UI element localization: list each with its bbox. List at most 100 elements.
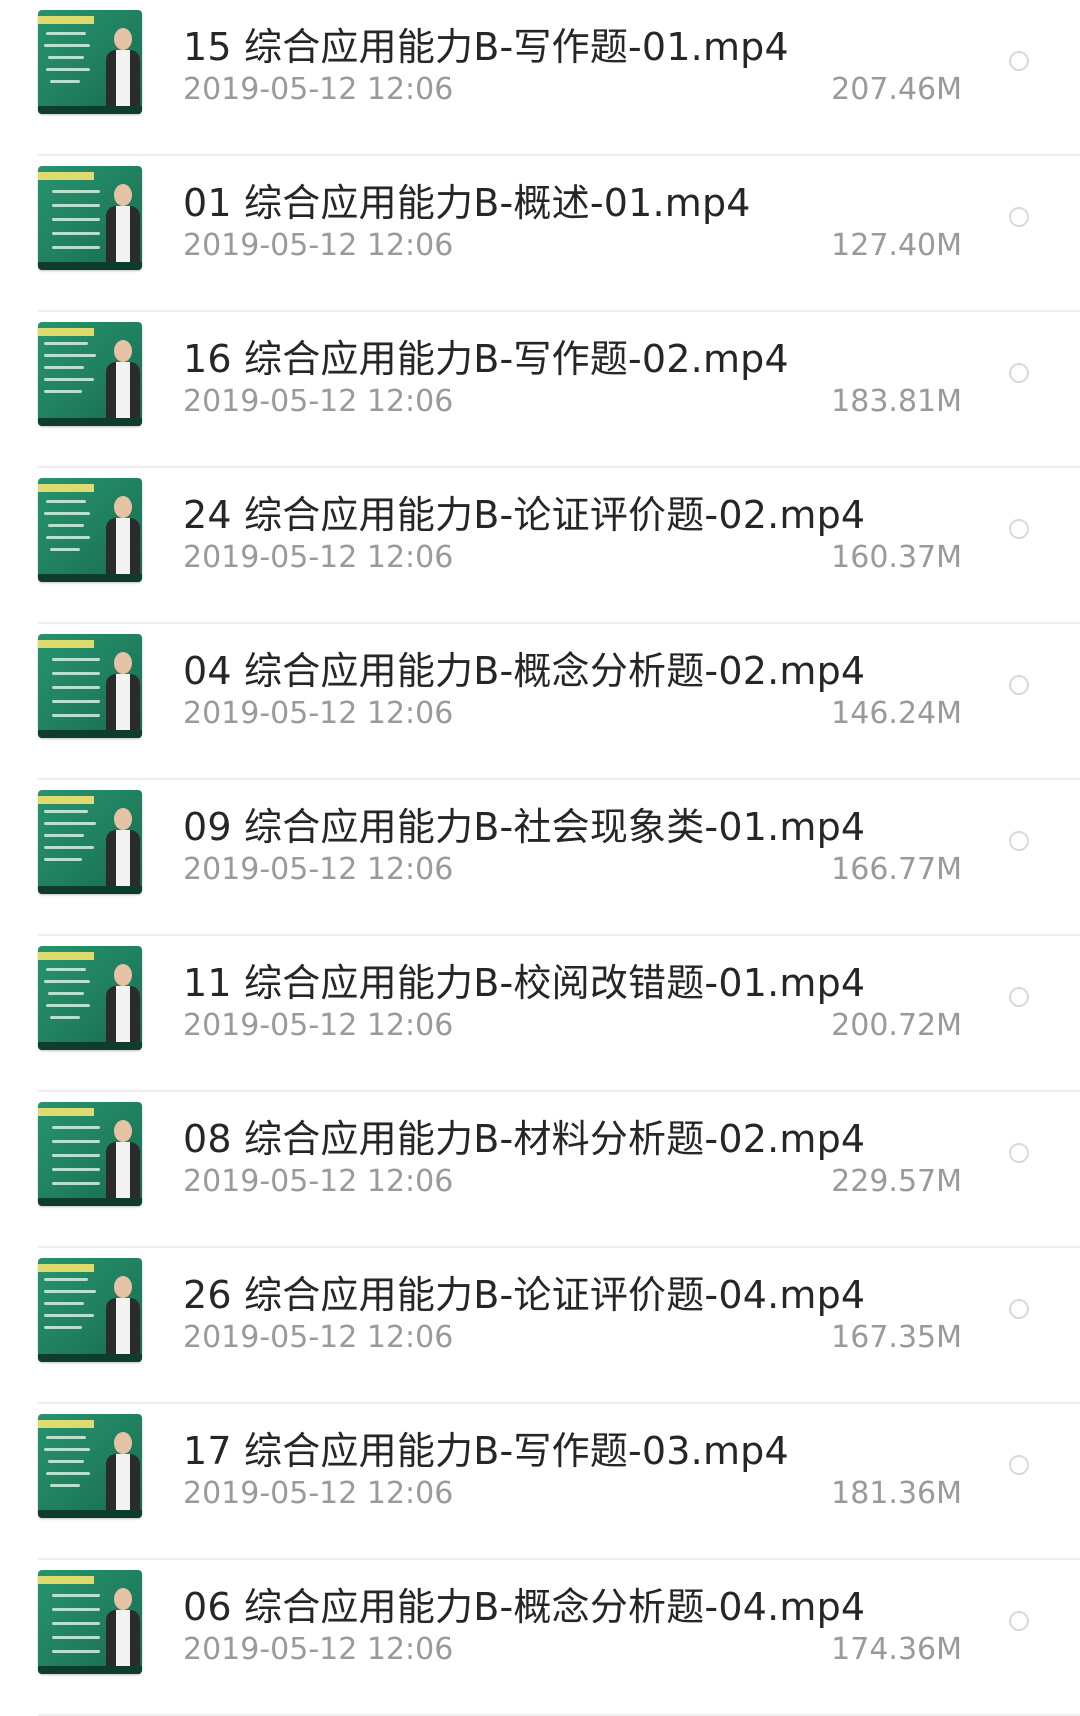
select-radio-button[interactable]	[1009, 207, 1029, 227]
select-radio-button[interactable]	[1009, 987, 1029, 1007]
file-row[interactable]: 08 综合应用能力B-材料分析题-02.mp4 2019-05-12 12:06…	[0, 1092, 1080, 1248]
video-thumbnail-icon[interactable]	[38, 10, 142, 114]
board-text-line	[52, 672, 100, 675]
file-row[interactable]: 06 综合应用能力B-概念分析题-04.mp4 2019-05-12 12:06…	[0, 1560, 1080, 1716]
board-text-line	[44, 1290, 96, 1293]
video-thumbnail-icon[interactable]	[38, 634, 142, 738]
file-name[interactable]: 04 综合应用能力B-概念分析题-02.mp4	[183, 640, 865, 695]
thumbnail-teacher-head	[114, 1588, 132, 1610]
thumbnail-footer-strip	[38, 886, 142, 894]
board-text-line	[44, 834, 84, 837]
file-row[interactable]: 01 综合应用能力B-概述-01.mp4 2019-05-12 12:06 12…	[0, 156, 1080, 312]
board-text-line	[44, 1326, 82, 1329]
select-radio-button[interactable]	[1009, 1611, 1029, 1631]
select-radio-button[interactable]	[1009, 363, 1029, 383]
board-text-line	[52, 700, 100, 703]
file-name[interactable]: 26 综合应用能力B-论证评价题-04.mp4	[183, 1264, 865, 1319]
select-radio-button[interactable]	[1009, 519, 1029, 539]
thumbnail-footer-strip	[38, 1510, 142, 1518]
board-text-line	[52, 1154, 100, 1157]
board-text-line	[52, 218, 100, 221]
board-text-line	[50, 1484, 80, 1487]
file-name[interactable]: 01 综合应用能力B-概述-01.mp4	[183, 172, 751, 227]
file-size: 183.81M	[831, 384, 962, 419]
board-text-line	[46, 32, 86, 35]
file-row[interactable]: 15 综合应用能力B-写作题-01.mp4 2019-05-12 12:06 2…	[0, 0, 1080, 156]
board-text-line	[52, 714, 100, 717]
board-text-line	[48, 992, 84, 995]
board-text-line	[46, 536, 90, 539]
thumbnail-header-strip	[38, 1576, 94, 1584]
thumbnail-teacher-head	[114, 964, 132, 986]
file-date: 2019-05-12 12:06	[183, 228, 454, 263]
video-thumbnail-icon[interactable]	[38, 322, 142, 426]
board-text-line	[48, 1460, 84, 1463]
board-text-line	[52, 1636, 100, 1639]
file-size: 127.40M	[831, 228, 962, 263]
file-size: 200.72M	[831, 1008, 962, 1043]
file-name[interactable]: 16 综合应用能力B-写作题-02.mp4	[183, 328, 789, 383]
file-name[interactable]: 08 综合应用能力B-材料分析题-02.mp4	[183, 1108, 865, 1163]
board-text-line	[46, 1436, 86, 1439]
file-name[interactable]: 17 综合应用能力B-写作题-03.mp4	[183, 1420, 789, 1475]
board-text-line	[50, 80, 80, 83]
video-thumbnail-icon[interactable]	[38, 946, 142, 1050]
file-size: 166.77M	[831, 852, 962, 887]
board-text-line	[44, 390, 82, 393]
board-text-line	[52, 1650, 100, 1653]
board-text-line	[52, 1622, 100, 1625]
file-row[interactable]: 26 综合应用能力B-论证评价题-04.mp4 2019-05-12 12:06…	[0, 1248, 1080, 1404]
board-text-line	[52, 204, 100, 207]
file-date: 2019-05-12 12:06	[183, 540, 454, 575]
file-date: 2019-05-12 12:06	[183, 696, 454, 731]
video-thumbnail-icon[interactable]	[38, 1570, 142, 1674]
board-text-line	[48, 524, 84, 527]
thumbnail-header-strip	[38, 1420, 94, 1428]
file-row[interactable]: 16 综合应用能力B-写作题-02.mp4 2019-05-12 12:06 1…	[0, 312, 1080, 468]
file-row[interactable]: 04 综合应用能力B-概念分析题-02.mp4 2019-05-12 12:06…	[0, 624, 1080, 780]
file-date: 2019-05-12 12:06	[183, 72, 454, 107]
thumbnail-header-strip	[38, 484, 94, 492]
video-thumbnail-icon[interactable]	[38, 1414, 142, 1518]
thumbnail-header-strip	[38, 796, 94, 804]
file-date: 2019-05-12 12:06	[183, 852, 454, 887]
file-name[interactable]: 11 综合应用能力B-校阅改错题-01.mp4	[183, 952, 865, 1007]
board-text-line	[44, 858, 82, 861]
file-date: 2019-05-12 12:06	[183, 1320, 454, 1355]
file-row[interactable]: 17 综合应用能力B-写作题-03.mp4 2019-05-12 12:06 1…	[0, 1404, 1080, 1560]
file-list: 15 综合应用能力B-写作题-01.mp4 2019-05-12 12:06 2…	[0, 0, 1080, 1716]
board-text-line	[48, 56, 84, 59]
video-thumbnail-icon[interactable]	[38, 166, 142, 270]
video-thumbnail-icon[interactable]	[38, 1102, 142, 1206]
board-text-line	[44, 342, 88, 345]
video-thumbnail-icon[interactable]	[38, 790, 142, 894]
thumbnail-teacher-head	[114, 1276, 132, 1298]
board-text-line	[52, 246, 100, 249]
thumbnail-header-strip	[38, 1264, 94, 1272]
select-radio-button[interactable]	[1009, 675, 1029, 695]
file-row[interactable]: 11 综合应用能力B-校阅改错题-01.mp4 2019-05-12 12:06…	[0, 936, 1080, 1092]
thumbnail-header-strip	[38, 328, 94, 336]
board-text-line	[52, 1594, 100, 1597]
select-radio-button[interactable]	[1009, 1455, 1029, 1475]
select-radio-button[interactable]	[1009, 51, 1029, 71]
file-name[interactable]: 06 综合应用能力B-概念分析题-04.mp4	[183, 1576, 865, 1631]
select-radio-button[interactable]	[1009, 1143, 1029, 1163]
board-text-line	[44, 1314, 94, 1317]
file-name[interactable]: 24 综合应用能力B-论证评价题-02.mp4	[183, 484, 865, 539]
video-thumbnail-icon[interactable]	[38, 1258, 142, 1362]
file-row[interactable]: 24 综合应用能力B-论证评价题-02.mp4 2019-05-12 12:06…	[0, 468, 1080, 624]
select-radio-button[interactable]	[1009, 831, 1029, 851]
file-date: 2019-05-12 12:06	[183, 1164, 454, 1199]
file-name[interactable]: 15 综合应用能力B-写作题-01.mp4	[183, 16, 789, 71]
board-text-line	[46, 968, 86, 971]
file-name[interactable]: 09 综合应用能力B-社会现象类-01.mp4	[183, 796, 865, 851]
file-size: 167.35M	[831, 1320, 962, 1355]
thumbnail-footer-strip	[38, 418, 142, 426]
file-date: 2019-05-12 12:06	[183, 384, 454, 419]
select-radio-button[interactable]	[1009, 1299, 1029, 1319]
file-size: 174.36M	[831, 1632, 962, 1667]
thumbnail-footer-strip	[38, 574, 142, 582]
file-row[interactable]: 09 综合应用能力B-社会现象类-01.mp4 2019-05-12 12:06…	[0, 780, 1080, 936]
video-thumbnail-icon[interactable]	[38, 478, 142, 582]
